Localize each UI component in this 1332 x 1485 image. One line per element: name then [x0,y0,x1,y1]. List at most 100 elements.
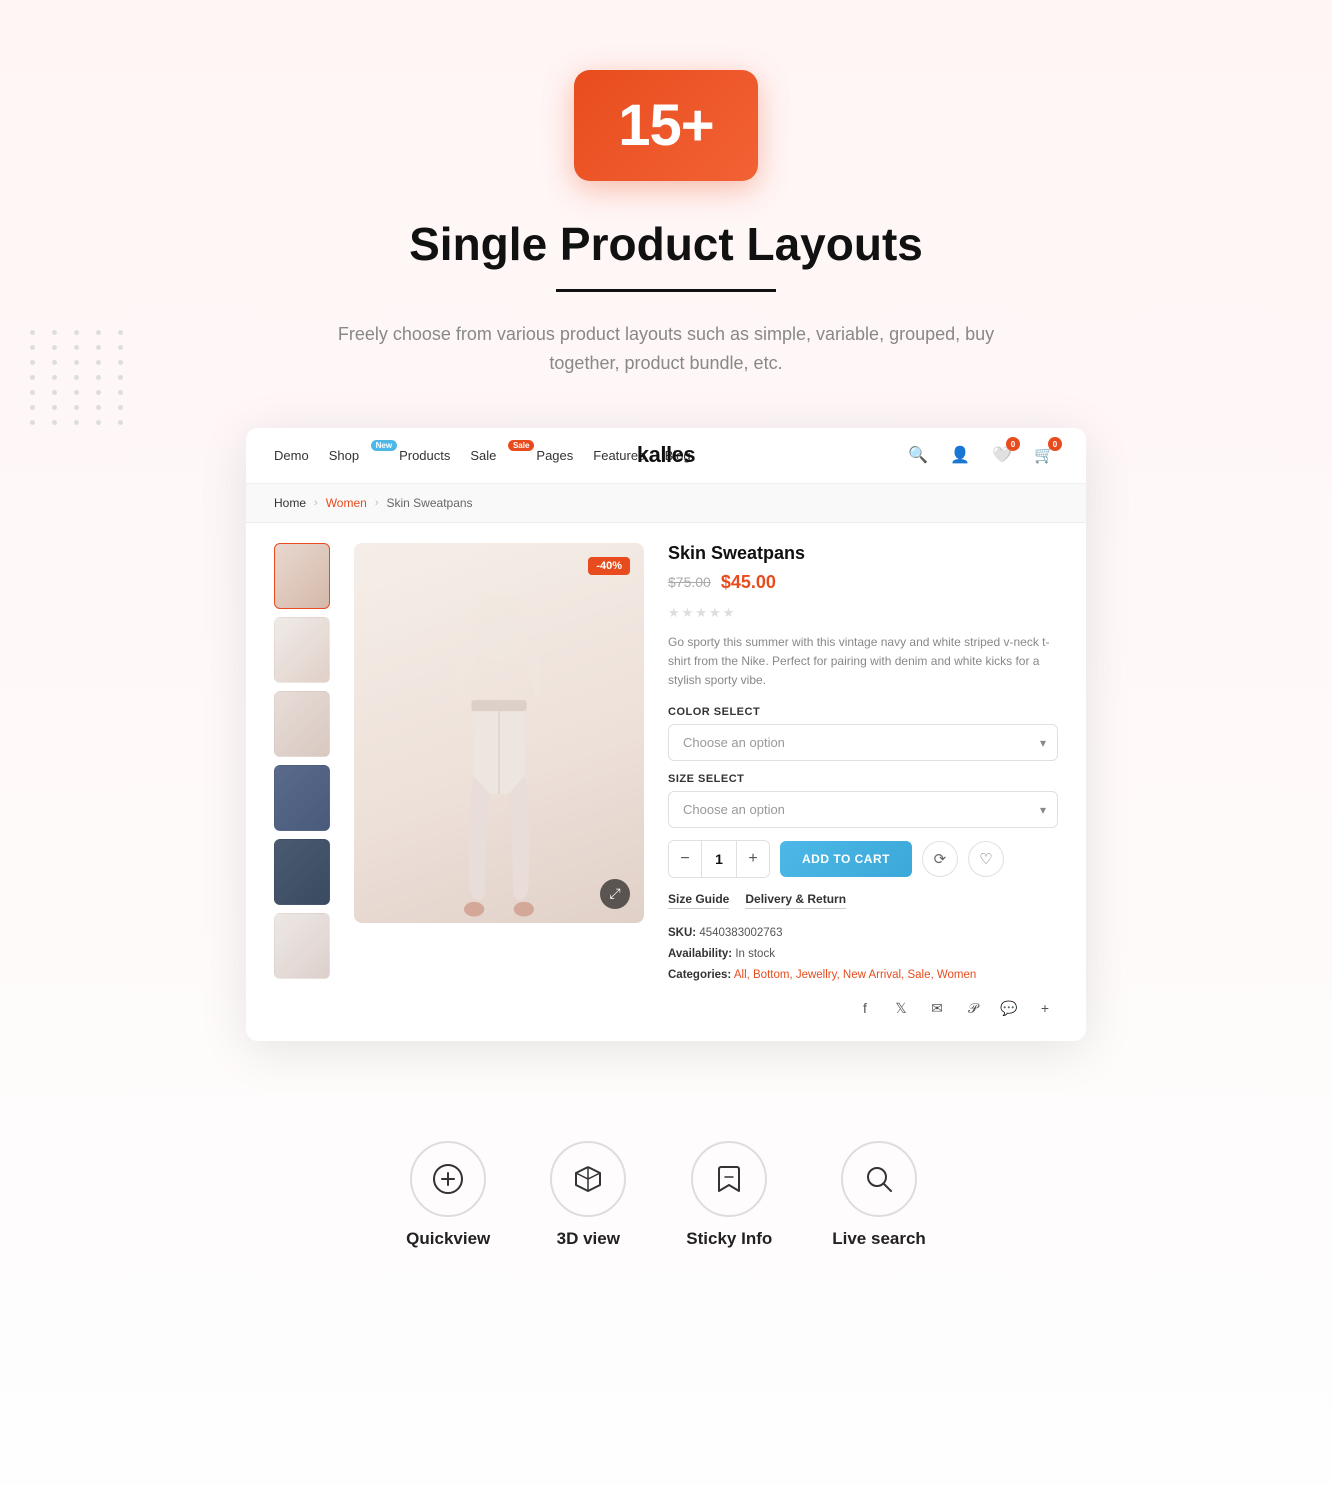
page-wrapper: 15+ Single Product Layouts Freely choose… [0,0,1332,1485]
product-thumbnails [274,543,330,1022]
quickview-icon [432,1163,464,1195]
product-figure [354,543,644,923]
qty-increase-btn[interactable]: + [737,841,769,877]
nav-icons: 🔍 👤 🤍 0 🛒 0 [904,441,1058,469]
cart-count: 0 [1048,437,1062,451]
nav-bar: Demo Shop New Products Sale Sale Pages F… [246,428,1086,484]
sku-row: SKU: 4540383002763 [668,923,1058,944]
expand-image-btn[interactable]: ⤢ [600,879,630,909]
cube-icon [572,1163,604,1195]
nav-links: Demo Shop New Products Sale Sale Pages F… [274,448,904,463]
sku-value: 4540383002763 [699,927,782,939]
size-select-wrap: Choose an option ▾ [668,791,1058,828]
product-demo-card: Demo Shop New Products Sale Sale Pages F… [246,428,1086,1042]
thumb-3[interactable] [274,691,330,757]
size-guide-link[interactable]: Size Guide [668,892,729,909]
quickview-label: Quickview [406,1229,490,1249]
delivery-return-link[interactable]: Delivery & Return [745,892,846,909]
nav-sale[interactable]: Sale Sale [470,448,516,463]
thumb-5[interactable] [274,839,330,905]
wishlist-btn[interactable]: ♡ [968,841,1004,877]
breadcrumb-home[interactable]: Home [274,496,306,510]
thumb-4[interactable] [274,765,330,831]
search-icon-btn[interactable]: 🔍 [904,441,932,469]
product-name: Skin Sweatpans [668,543,1058,564]
3dview-icon-wrap [550,1141,626,1217]
nav-sale-badge: Sale [508,440,534,451]
livesearch-label: Live search [832,1229,926,1249]
product-meta: SKU: 4540383002763 Availability: In stoc… [668,923,1058,985]
hero-section: 15+ Single Product Layouts Freely choose… [0,0,1332,1309]
qty-decrease-btn[interactable]: − [669,841,701,877]
availability-value: In stock [735,948,775,960]
add-to-cart-btn[interactable]: ADD TO CART [780,841,912,877]
quantity-value: 1 [701,841,737,877]
product-links: Size Guide Delivery & Return [668,892,1058,909]
categories-row: Categories: All, Bottom, Jewellry, New A… [668,965,1058,986]
breadcrumb-sep-2: › [375,497,379,509]
original-price: $75.00 [668,574,711,590]
color-select-label: COLOR SELECT [668,706,1058,718]
sale-price: $45.00 [721,572,776,593]
stickyinfo-label: Sticky Info [686,1229,772,1249]
wishlist-count: 0 [1006,437,1020,451]
bookmark-icon [713,1163,745,1195]
color-select[interactable]: Choose an option [668,724,1058,761]
stickyinfo-icon-wrap [691,1141,767,1217]
quickview-icon-wrap [410,1141,486,1217]
feature-3dview: 3D view [550,1141,626,1249]
share-facebook[interactable]: f [852,995,878,1021]
star-rating: ★ ★ ★ ★ ★ [668,605,1058,621]
categories-value: All, Bottom, Jewellry, New Arrival, Sale… [734,969,976,981]
social-share-row: f 𝕏 ✉ 𝒫 💬 + [668,995,1058,1021]
quantity-control: − 1 + [668,840,770,878]
nav-new-badge: New [371,440,397,451]
search-icon [863,1163,895,1195]
nav-pages[interactable]: Pages [536,448,573,463]
product-info: Skin Sweatpans $75.00 $45.00 ★ ★ ★ ★ ★ G… [668,543,1058,1022]
thumb-6[interactable] [274,913,330,979]
breadcrumb-sep-1: › [314,497,318,509]
price-row: $75.00 $45.00 [668,572,1058,593]
discount-badge: -40% [588,557,630,575]
nav-shop[interactable]: Shop New [329,448,379,463]
color-select-wrap: Choose an option ▾ [668,724,1058,761]
categories-label: Categories: [668,969,731,981]
nav-demo[interactable]: Demo [274,448,309,463]
cart-icon-btn[interactable]: 🛒 0 [1030,441,1058,469]
availability-label: Availability: [668,948,732,960]
thumb-2[interactable] [274,617,330,683]
breadcrumb-current: Skin Sweatpans [387,496,473,510]
thumb-1[interactable] [274,543,330,609]
share-messenger[interactable]: 💬 [996,995,1022,1021]
wishlist-icon-btn[interactable]: 🤍 0 [988,441,1016,469]
share-email[interactable]: ✉ [924,995,950,1021]
3dview-label: 3D view [557,1229,620,1249]
share-twitter[interactable]: 𝕏 [888,995,914,1021]
share-more[interactable]: + [1032,995,1058,1021]
livesearch-icon-wrap [841,1141,917,1217]
decorative-dots [30,330,130,425]
page-title: Single Product Layouts [409,217,923,271]
nav-products[interactable]: Products [399,448,450,463]
product-area: -40% [246,523,1086,1042]
title-divider [556,289,776,292]
feature-quickview: Quickview [406,1141,490,1249]
account-icon-btn[interactable]: 👤 [946,441,974,469]
share-pinterest[interactable]: 𝒫 [960,995,986,1021]
size-select-label: SIZE SELECT [668,773,1058,785]
count-value: 15+ [618,93,713,158]
cart-row: − 1 + ADD TO CART ⟳ ♡ [668,840,1058,878]
feature-stickyinfo: Sticky Info [686,1141,772,1249]
features-row: Quickview 3D view [406,1101,926,1309]
breadcrumb: Home › Women › Skin Sweatpans [246,484,1086,523]
breadcrumb-women[interactable]: Women [326,496,367,510]
brand-logo: kalles [637,442,695,468]
page-subtitle: Freely choose from various product layou… [326,320,1006,378]
sku-label: SKU: [668,927,696,939]
product-main-image: -40% [354,543,644,923]
count-badge: 15+ [574,70,757,181]
availability-row: Availability: In stock [668,944,1058,965]
compare-btn[interactable]: ⟳ [922,841,958,877]
size-select[interactable]: Choose an option [668,791,1058,828]
